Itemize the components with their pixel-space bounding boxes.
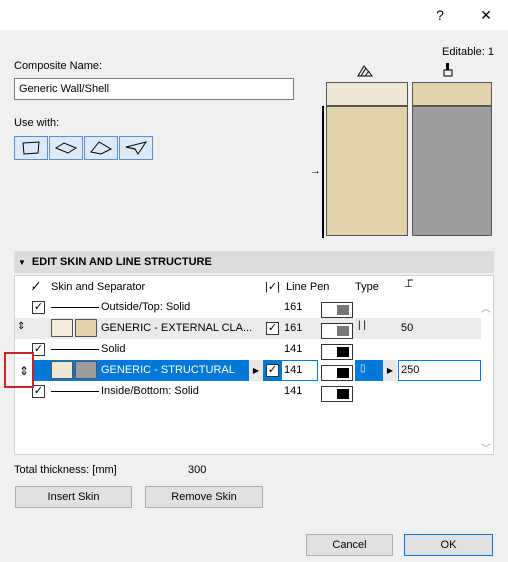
cut-fill-icon xyxy=(357,65,374,77)
type-arrow-icon[interactable]: ▶ xyxy=(383,360,397,381)
row-name: Inside/Bottom: Solid xyxy=(101,385,199,397)
section-title: EDIT SKIN AND LINE STRUCTURE xyxy=(31,256,212,268)
thickness-icon: ⊥̅ xyxy=(404,279,413,290)
row-pen: 161 xyxy=(284,322,303,334)
wall-icon xyxy=(22,141,40,155)
column-type: Type xyxy=(355,281,379,293)
table-row[interactable]: ✓ Outside/Top: Solid 161 xyxy=(15,297,481,318)
roof-icon xyxy=(90,141,113,155)
title-bar: ? ✕ xyxy=(0,0,508,30)
close-button[interactable]: ✕ xyxy=(472,2,500,28)
row-pen: 141 xyxy=(284,364,303,376)
drag-handle-icon[interactable]: ⇕ xyxy=(17,321,25,332)
drag-handle-highlight xyxy=(4,352,34,388)
collapse-arrow-icon: ▼ xyxy=(18,257,26,267)
separator-line xyxy=(51,349,99,350)
wall-use-button[interactable] xyxy=(14,136,48,160)
preview-external-skin xyxy=(326,106,408,236)
help-button[interactable]: ? xyxy=(426,2,454,28)
pen-preview[interactable] xyxy=(321,364,353,381)
fill-swatch xyxy=(75,319,97,337)
row-name: GENERIC - STRUCTURAL xyxy=(101,364,235,376)
shell-use-button[interactable] xyxy=(119,136,153,160)
pen-preview[interactable] xyxy=(321,322,353,339)
fill-swatch xyxy=(75,361,97,379)
preview-external-top xyxy=(326,82,408,106)
pen-preview[interactable] xyxy=(321,343,353,360)
column-linepen: Line Pen xyxy=(286,281,330,293)
preview-structural-top xyxy=(412,82,492,106)
row-thickness: 50 xyxy=(401,322,414,334)
row-pen: 141 xyxy=(284,385,303,397)
pen-preview[interactable] xyxy=(321,385,353,402)
row-name: Outside/Top: Solid xyxy=(101,301,191,313)
composite-name-input[interactable]: Generic Wall/Shell xyxy=(14,78,294,100)
type-icon[interactable]: | | xyxy=(358,320,366,331)
ok-button[interactable]: OK xyxy=(404,534,493,556)
edit-skin-section-header[interactable]: ▼ EDIT SKIN AND LINE STRUCTURE xyxy=(14,251,494,273)
fill-swatch xyxy=(51,319,73,337)
slab-use-button[interactable] xyxy=(49,136,83,160)
scroll-up-icon[interactable]: ︿ xyxy=(481,300,491,315)
row-pen: 161 xyxy=(284,301,303,313)
table-row[interactable]: ✓ Inside/Bottom: Solid 141 xyxy=(15,381,481,402)
row-checkbox[interactable]: ✓ xyxy=(266,322,279,335)
roof-use-button[interactable] xyxy=(84,136,118,160)
total-thickness-value: 300 xyxy=(188,464,207,476)
table-header: ✓̸ Skin and Separator |✓| Line Pen Type … xyxy=(15,277,481,297)
use-with-label: Use with: xyxy=(14,117,60,129)
skin-structure-table: ✓̸ Skin and Separator |✓| Line Pen Type … xyxy=(14,275,494,455)
check-column-icon[interactable]: |✓| xyxy=(265,280,280,293)
brush-icon xyxy=(443,63,453,77)
row-checkbox[interactable]: ✓ xyxy=(266,364,279,377)
table-row[interactable]: ✓ Solid 141 xyxy=(15,339,481,360)
row-name: GENERIC - EXTERNAL CLA... xyxy=(101,322,253,334)
table-row[interactable]: ⇕ GENERIC - EXTERNAL CLA... ✓ 161 | | 50 xyxy=(15,318,481,339)
total-thickness-label: Total thickness: [mm] xyxy=(14,464,117,476)
remove-skin-button[interactable]: Remove Skin xyxy=(145,486,263,508)
shell-icon xyxy=(125,141,148,155)
use-with-group xyxy=(14,136,153,160)
pen-preview[interactable] xyxy=(321,301,353,318)
scroll-down-icon[interactable]: ﹀ xyxy=(481,440,491,455)
slab-icon xyxy=(54,142,78,154)
column-skin: Skin and Separator xyxy=(51,281,146,293)
type-icon[interactable]: ▯ xyxy=(360,363,366,374)
cancel-button[interactable]: Cancel xyxy=(306,534,393,556)
row-thickness: 250 xyxy=(401,364,420,376)
fill-swatch xyxy=(51,361,73,379)
row-name: Solid xyxy=(101,343,126,355)
editable-count: Editable: 1 xyxy=(442,46,494,58)
row-pen: 141 xyxy=(284,343,303,355)
composite-name-label: Composite Name: xyxy=(14,60,103,72)
expand-arrow-icon[interactable]: ▶ xyxy=(249,360,263,381)
preview-structural-skin xyxy=(412,106,492,236)
structure-preview xyxy=(326,82,492,236)
insert-skin-button[interactable]: Insert Skin xyxy=(15,486,132,508)
separator-line xyxy=(51,391,99,392)
row-visible-checkbox[interactable]: ✓ xyxy=(32,301,45,314)
separator-line xyxy=(51,307,99,308)
check-all-icon[interactable]: ✓̸ xyxy=(31,280,40,293)
reference-arrow-icon: → xyxy=(310,165,321,177)
table-row[interactable]: ⇕ GENERIC - STRUCTURAL ▶ ✓ 141 ▯ ▶ 250 xyxy=(15,360,481,381)
reference-line xyxy=(322,106,324,238)
